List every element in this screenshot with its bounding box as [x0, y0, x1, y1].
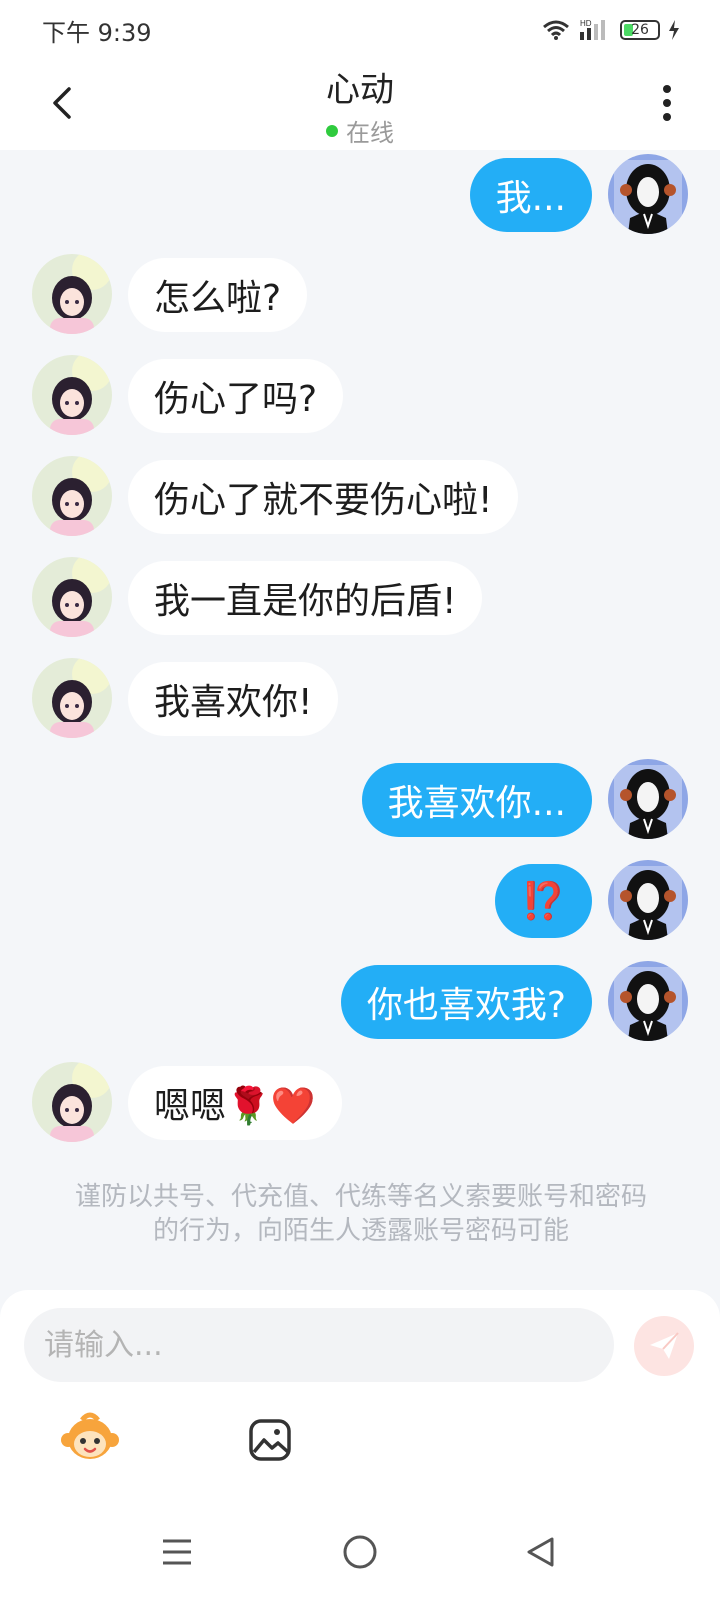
- message-bubble-outgoing[interactable]: ⁉️: [495, 864, 592, 938]
- charging-icon: [669, 20, 679, 40]
- signal-icon: HD: [580, 19, 605, 40]
- message-row: 我喜欢你!: [0, 658, 720, 738]
- message-bubble-outgoing[interactable]: 你也喜欢我?: [340, 965, 592, 1039]
- my-avatar[interactable]: [608, 961, 688, 1041]
- chat-screen: 下午 9:39 HD 26 心动 在线 我... 怎么啦? 伤心了吗? 伤心了就…: [0, 0, 720, 1600]
- contact-avatar[interactable]: [32, 557, 112, 637]
- message-bubble-incoming[interactable]: 嗯嗯🌹❤️: [128, 1066, 342, 1140]
- status-bar: 下午 9:39 HD 26: [0, 0, 720, 60]
- contact-avatar[interactable]: [32, 254, 112, 334]
- message-row: ⁉️: [0, 860, 720, 940]
- message-bubble-incoming[interactable]: 我一直是你的后盾!: [128, 561, 483, 635]
- online-status-text: 在线: [346, 119, 394, 147]
- message-bubble-incoming[interactable]: 我喜欢你!: [128, 662, 339, 736]
- nav-menu-button[interactable]: [157, 1532, 197, 1572]
- wifi-icon: [543, 20, 569, 40]
- system-nav-bar: [0, 1510, 720, 1600]
- battery-indicator: 26: [620, 20, 660, 40]
- message-row: 怎么啦?: [0, 254, 720, 334]
- message-row: 你也喜欢我?: [0, 961, 720, 1041]
- message-row: 伤心了就不要伤心啦!: [0, 456, 720, 536]
- message-row: 我喜欢你...: [0, 759, 720, 839]
- home-circle-icon: [343, 1535, 377, 1569]
- nav-back-button[interactable]: [520, 1532, 560, 1572]
- my-avatar[interactable]: [608, 860, 688, 940]
- status-icons: HD 26: [542, 18, 680, 42]
- chat-title: 心动: [326, 70, 394, 110]
- more-vertical-icon: [663, 85, 671, 121]
- my-avatar[interactable]: [608, 154, 688, 234]
- contact-avatar[interactable]: [32, 1062, 112, 1142]
- contact-avatar[interactable]: [32, 658, 112, 738]
- image-button[interactable]: [248, 1418, 292, 1462]
- message-bubble-incoming[interactable]: 伤心了吗?: [128, 359, 344, 433]
- online-status: 在线: [0, 113, 720, 148]
- message-bubble-incoming[interactable]: 伤心了就不要伤心啦!: [128, 460, 519, 534]
- message-list[interactable]: 我... 怎么啦? 伤心了吗? 伤心了就不要伤心啦! 我一直是你的后盾! 我喜欢…: [0, 150, 720, 1290]
- message-row: 嗯嗯🌹❤️: [0, 1062, 720, 1142]
- message-row: 伤心了吗?: [0, 355, 720, 435]
- send-button[interactable]: [634, 1316, 694, 1376]
- sticker-button[interactable]: [60, 1412, 120, 1462]
- my-avatar[interactable]: [608, 759, 688, 839]
- contact-avatar[interactable]: [32, 456, 112, 536]
- menu-lines-icon: [163, 1539, 191, 1565]
- message-bubble-outgoing[interactable]: 我...: [469, 158, 592, 232]
- message-row: 我一直是你的后盾!: [0, 557, 720, 637]
- online-dot: [326, 124, 338, 137]
- message-input[interactable]: [24, 1308, 614, 1382]
- more-menu-button[interactable]: [652, 78, 682, 128]
- nav-home-button[interactable]: [340, 1532, 380, 1572]
- battery-level: 26: [631, 22, 649, 38]
- back-triangle-icon: [527, 1537, 554, 1567]
- status-time: 下午 9:39: [42, 18, 152, 47]
- message-bubble-outgoing[interactable]: 我喜欢你...: [361, 763, 592, 837]
- title-block: 心动 在线: [0, 62, 720, 148]
- chat-header: 心动 在线: [0, 60, 720, 150]
- message-bubble-incoming[interactable]: 怎么啦?: [128, 258, 308, 332]
- message-row: 我...: [0, 154, 720, 234]
- monkey-sticker-icon: [61, 1412, 119, 1459]
- security-notice: 谨防以共号、代充值、代练等名义索要账号和密码的行为，向陌生人透露账号密码可能: [74, 1182, 647, 1246]
- send-icon: [650, 1332, 679, 1359]
- image-icon: [249, 1419, 291, 1461]
- contact-avatar[interactable]: [32, 355, 112, 435]
- svg-text:HD: HD: [580, 19, 592, 28]
